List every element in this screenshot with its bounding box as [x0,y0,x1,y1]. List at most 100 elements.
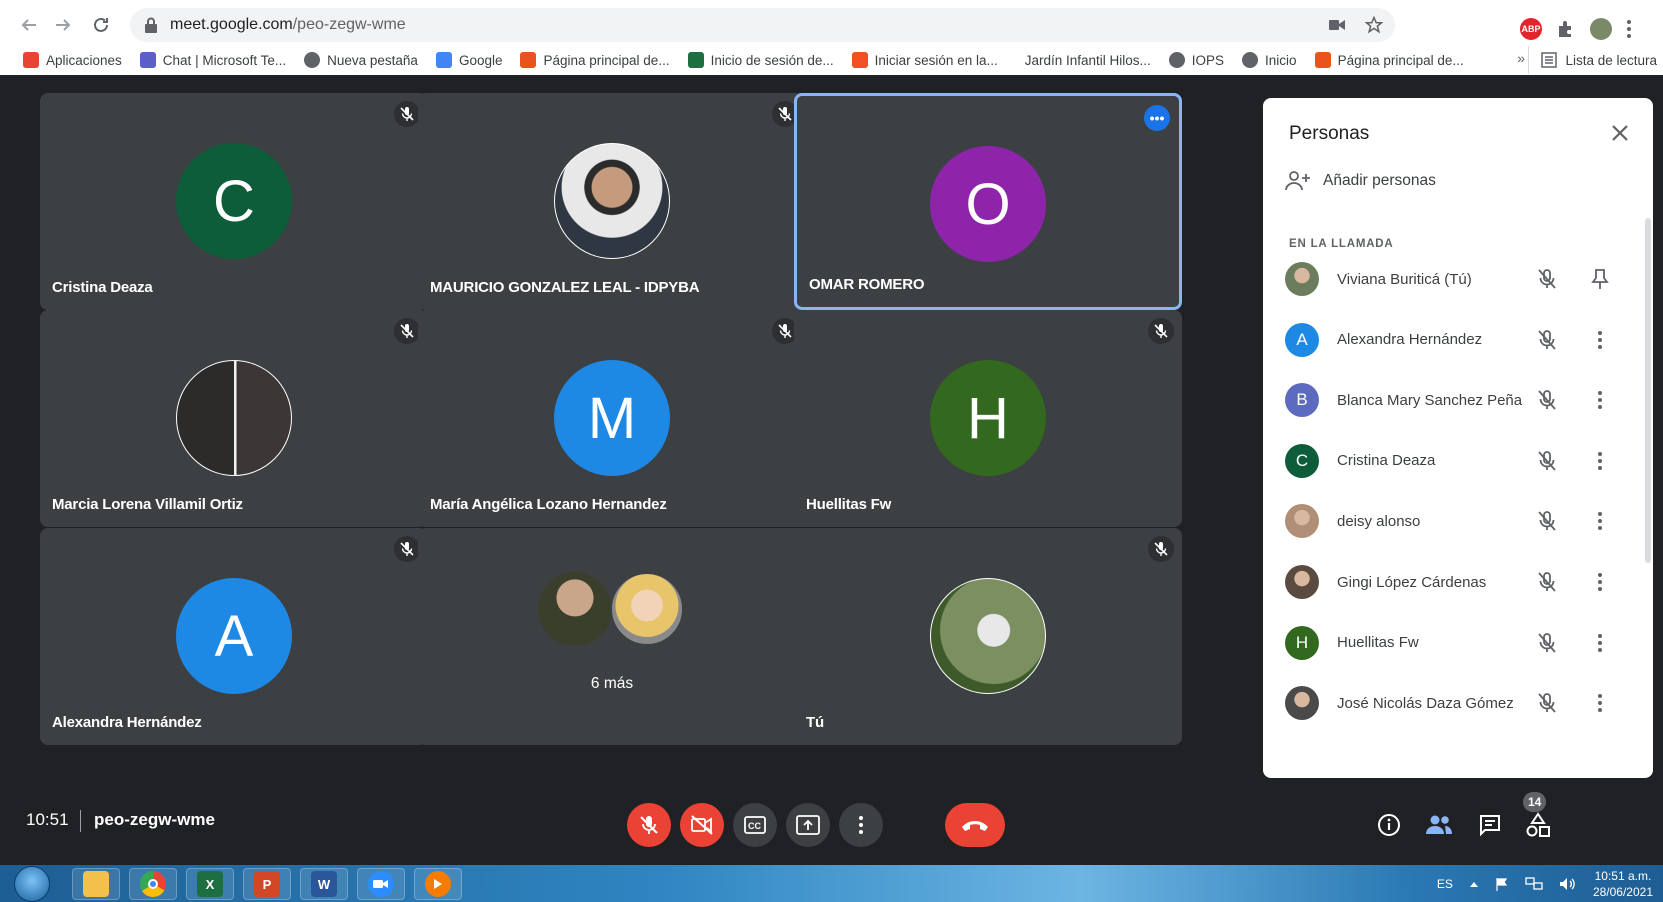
participant-name: Tú [806,714,824,731]
adblock-plus-icon[interactable]: ABP [1520,18,1542,40]
participant-name: Blanca Mary Sanchez Peña [1337,391,1523,409]
bookmark-item[interactable]: Aplicaciones [14,52,131,68]
bookmark-label: Nueva pestaña [327,52,418,68]
camera-toggle-button[interactable] [680,803,724,847]
taskbar-app-button[interactable]: X [186,868,234,900]
pin-icon[interactable] [1588,267,1612,291]
taskbar-app-button[interactable] [129,868,177,900]
more-horiz-icon[interactable]: ••• [1144,105,1170,131]
participant-row[interactable]: Gingi López Cárdenas [1263,552,1653,612]
participant-name: Huellitas Fw [1337,634,1419,652]
taskbar-app-button[interactable] [72,868,120,900]
address-bar[interactable]: meet.google.com/peo-zegw-wme [130,8,1395,42]
bookmark-item[interactable]: Iniciar sesión en la... [843,52,1007,68]
participant-name: Viviana Buriticá (Tú) [1337,270,1472,288]
forward-button[interactable] [48,10,78,40]
participant-row[interactable]: H Huellitas Fw [1263,613,1653,673]
captions-button[interactable]: CC [733,803,777,847]
divider [80,810,81,832]
participant-tile[interactable]: A Alexandra Hernández [40,528,428,745]
blank-icon [1015,52,1018,68]
more-vert-icon[interactable] [1588,570,1612,594]
participant-row[interactable]: José Nicolás Daza Gómez [1263,673,1653,733]
leave-call-button[interactable] [945,803,1005,847]
profile-avatar-icon[interactable] [1590,18,1612,40]
system-tray: ES 10:51 a.m. 28/06/2021 [1437,865,1653,902]
bookmark-item[interactable]: Jardín Infantil Hilos... [1007,52,1160,68]
language-indicator[interactable]: ES [1437,877,1453,891]
add-people-button[interactable]: Añadir personas [1285,170,1436,192]
participant-photo [538,572,612,646]
bookmark-item[interactable]: IOPS [1160,52,1233,68]
reload-button[interactable] [86,10,116,40]
participant-tile[interactable]: M María Angélica Lozano Hernandez [418,310,806,527]
more-vert-icon[interactable] [1588,691,1612,715]
meeting-details-button[interactable] [1371,807,1407,843]
participant-avatar: O [930,146,1046,262]
bookmark-item[interactable]: Inicio de sesión de... [679,52,843,68]
participant-row[interactable]: C Cristina Deaza [1263,431,1653,491]
word-icon: W [311,871,337,897]
bookmark-item[interactable]: Inicio [1233,52,1306,68]
office-icon [1314,52,1331,68]
teams-icon [139,52,156,68]
more-vert-icon[interactable] [1588,388,1612,412]
reading-list-button[interactable]: Lista de lectura [1528,46,1657,74]
taskbar-app-button[interactable] [414,868,462,900]
participant-row[interactable]: B Blanca Mary Sanchez Peña [1263,370,1653,430]
participant-tile[interactable]: H Huellitas Fw [794,310,1182,527]
more-vert-icon[interactable] [1588,509,1612,533]
participant-tile[interactable]: Marcia Lorena Villamil Ortiz [40,310,428,527]
extensions-row: ABP [1520,18,1632,40]
more-vert-icon[interactable] [1588,631,1612,655]
close-panel-button[interactable] [1605,118,1635,148]
participant-photo [1285,262,1319,296]
back-button[interactable] [14,10,44,40]
camera-icon[interactable] [1329,19,1345,31]
volume-icon[interactable] [1559,877,1577,891]
activities-button[interactable] [1520,807,1556,843]
chat-button[interactable] [1472,807,1508,843]
participant-avatar: A [1285,322,1319,357]
flag-icon[interactable] [1495,877,1509,891]
more-bookmarks-button[interactable]: » [1517,50,1525,66]
mic-off-icon [394,536,420,562]
bookmark-item[interactable]: Google [427,52,512,68]
more-options-button[interactable] [839,803,883,847]
more-vert-icon[interactable] [1588,449,1612,473]
participant-name: MAURICIO GONZALEZ LEAL - IDPYBA [430,279,700,296]
taskbar-app-button[interactable]: W [300,868,348,900]
kebab-menu-icon[interactable] [1626,19,1632,39]
people-panel: Personas Añadir personas EN LA LLAMADA V… [1263,98,1653,778]
network-icon[interactable] [1525,876,1543,891]
mic-off-icon [394,318,420,344]
bookmark-item[interactable]: Página principal de... [1306,52,1473,68]
people-button[interactable] [1421,807,1457,843]
star-icon[interactable] [1365,16,1383,34]
participant-tile[interactable]: C Cristina Deaza [40,93,428,310]
system-clock[interactable]: 10:51 a.m. 28/06/2021 [1593,868,1653,900]
mic-off-icon [640,816,658,834]
participant-row[interactable]: A Alexandra Hernández [1263,310,1653,370]
participant-row[interactable]: deisy alonso [1263,491,1653,551]
bookmark-item[interactable]: Página principal de... [511,52,678,68]
more-participants-tile[interactable]: 6 más [418,528,806,745]
bookmark-item[interactable]: Nueva pestaña [295,52,427,68]
participant-tile[interactable]: O OMAR ROMERO ••• [794,93,1182,310]
tray-chevron-icon[interactable] [1469,880,1479,888]
browser-chrome: meet.google.com/peo-zegw-wme ABP Aplicac… [0,0,1663,75]
present-screen-button[interactable] [786,803,830,847]
more-vert-icon[interactable] [1588,328,1612,352]
taskbar-app-button[interactable]: P [243,868,291,900]
puzzle-icon[interactable] [1556,19,1576,39]
mic-toggle-button[interactable] [627,803,671,847]
participant-photo [554,143,670,259]
participant-tile[interactable]: MAURICIO GONZALEZ LEAL - IDPYBA [418,93,806,310]
participant-tile[interactable]: Tú [794,528,1182,745]
panel-scrollbar[interactable] [1645,218,1651,563]
bookmark-item[interactable]: Chat | Microsoft Te... [131,52,295,68]
participant-row[interactable]: Viviana Buriticá (Tú) [1263,249,1653,309]
taskbar-app-button[interactable] [357,868,405,900]
start-button[interactable] [14,866,50,902]
present-to-all-icon [796,815,820,835]
